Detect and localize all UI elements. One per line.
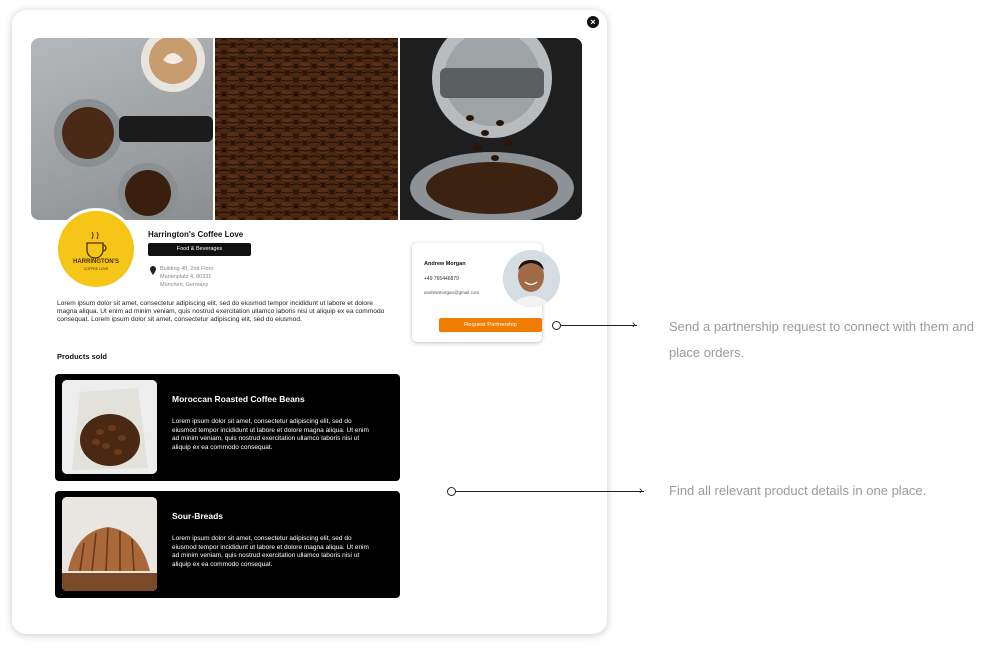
product-card[interactable]: Sour-Breads Lorem ipsum dolor sit amet, … [55,491,400,598]
banner-image-beans [215,38,398,220]
address-line: München, Germany [160,282,209,288]
banner-image-roaster [400,38,582,220]
request-partnership-button[interactable]: Request Partnership [439,318,542,332]
address-line: Marienplatz 4, 80331 [160,274,212,280]
arrow-right-icon: › [632,319,636,331]
bread-illustration [62,497,157,591]
business-address: Building 48, 2nd Floor Marienplatz 4, 80… [160,265,214,289]
logo-subtitle: COFFEE LOVE [83,267,109,271]
coffee-cup-icon [86,231,107,259]
banner-image-espresso [31,38,213,220]
contact-email: andrewmorgan@gmail.com [424,290,480,295]
espresso-illustration [54,38,213,220]
product-image [62,497,157,591]
address-line: Building 48, 2nd Floor [160,266,214,272]
product-image [62,380,157,474]
annotation-dot [552,321,561,330]
logo-title: HARRINGTON'S [73,259,119,265]
coffee-bag-illustration [62,380,157,474]
contact-phone: +49 765446879 [424,276,459,282]
location-pin-icon [150,266,156,277]
close-icon[interactable]: × [587,16,599,28]
arrow-right-icon: › [639,485,643,497]
person-avatar-illustration [503,250,560,307]
contact-card: Andrew Morgan +49 765446879 andrewmorgan… [412,243,560,342]
annotation-dot [447,487,456,496]
annotation-line [456,491,644,492]
category-badge: Food & Beverages [148,243,251,256]
contact-name: Andrew Morgan [424,261,466,267]
roaster-illustration [400,38,582,220]
product-description: Lorem ipsum dolor sit amet, consectetur … [172,418,369,451]
business-description: Lorem ipsum dolor sit amet, consectetur … [57,300,385,323]
product-card[interactable]: Moroccan Roasted Coffee Beans Lorem ipsu… [55,374,400,481]
avatar [503,250,560,307]
business-logo: HARRINGTON'S COFFEE LOVE [58,211,134,287]
annotation-products: Find all relevant product details in one… [669,483,927,498]
products-section-title: Products sold [57,352,108,361]
product-name: Sour-Breads [172,511,224,521]
product-description: Lorem ipsum dolor sit amet, consectetur … [172,535,369,568]
annotation-partnership: Send a partnership request to connect wi… [669,319,974,360]
business-name: Harrington's Coffee Love [148,230,244,239]
annotation-line [561,325,637,326]
beans-texture [215,38,398,220]
product-name: Moroccan Roasted Coffee Beans [172,394,305,404]
